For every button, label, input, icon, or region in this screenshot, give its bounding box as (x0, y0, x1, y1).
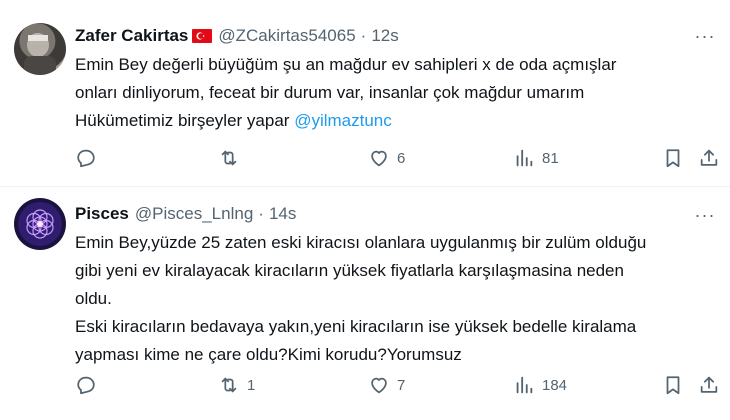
more-options-icon[interactable]: ··· (692, 204, 718, 226)
action-bar: 6 81 (75, 147, 720, 171)
tweet-text-line: onları dinliyorum, feceat bir durum var,… (75, 83, 585, 102)
share-button[interactable] (698, 147, 720, 169)
like-button[interactable]: 7 (368, 374, 405, 396)
user-handle[interactable]: @Pisces_Lnlng (135, 204, 253, 224)
bookmark-icon (666, 149, 680, 168)
reply-icon (77, 376, 95, 395)
view-count: 81 (542, 149, 559, 167)
tweet-header: Pisces @Pisces_Lnlng · 14s (75, 203, 296, 225)
avatar[interactable] (14, 198, 66, 250)
views-button[interactable]: 184 (513, 374, 567, 396)
share-icon (700, 376, 718, 393)
retweet-count: 1 (247, 376, 256, 394)
retweet-button[interactable]: 1 (218, 374, 255, 396)
user-handle[interactable]: @ZCakirtas54065 (218, 26, 355, 46)
view-count: 184 (542, 376, 568, 394)
tweet-text-line: Emin Bey,yüzde 25 zaten eski kiracısı ol… (75, 233, 647, 252)
reply-button[interactable] (75, 374, 104, 396)
bookmark-button[interactable] (662, 374, 684, 396)
tweet-text: Emin Bey,yüzde 25 zaten eski kiracısı ol… (75, 229, 715, 369)
turkey-flag-icon (192, 29, 213, 43)
heart-icon (371, 150, 387, 167)
heart-icon (371, 377, 387, 394)
share-icon (700, 149, 718, 166)
tweet-text-line: Eski kiracıların bedavaya yakın,yeni kir… (75, 317, 637, 336)
tweet[interactable]: Zafer Cakirtas @ZCakirtas54065 · 12s ···… (0, 0, 730, 187)
display-name[interactable]: Zafer Cakirtas (75, 26, 188, 46)
bookmark-icon (666, 376, 680, 395)
more-options-icon[interactable]: ··· (692, 25, 718, 47)
tweet-text-line: oldu. (75, 289, 112, 308)
retweet-icon (221, 150, 237, 166)
bar-chart-icon (516, 149, 533, 167)
avatar[interactable] (14, 23, 66, 75)
like-count: 7 (397, 376, 406, 394)
tweet-text: Emin Bey değerli büyüğüm şu an mağdur ev… (75, 51, 715, 135)
tweet-text-line: yapması kime ne çare oldu?Kimi korudu?Yo… (75, 345, 462, 364)
mention-link[interactable]: @yilmaztunc (294, 111, 392, 130)
bar-chart-icon (516, 376, 533, 394)
share-button[interactable] (698, 374, 720, 396)
separator: · (258, 204, 264, 223)
retweet-icon (221, 377, 237, 393)
tweet-text-segment: Hükümetimiz birşeyler yapar (75, 111, 295, 130)
tweet[interactable]: Pisces @Pisces_Lnlng · 14s ··· Emin Bey,… (0, 187, 730, 420)
display-name[interactable]: Pisces (75, 204, 129, 224)
views-button[interactable]: 81 (513, 147, 559, 169)
like-count: 6 (397, 149, 406, 167)
tweet-header: Zafer Cakirtas @ZCakirtas54065 · 12s (75, 25, 399, 47)
action-bar: 1 7 184 (75, 374, 720, 398)
bookmark-button[interactable] (662, 147, 684, 169)
retweet-button[interactable] (218, 147, 247, 169)
timestamp[interactable]: 12s (371, 26, 398, 46)
timestamp[interactable]: 14s (269, 204, 296, 224)
tweet-text-line: gibi yeni ev kiralayacak kiracıların yük… (75, 261, 624, 280)
reply-icon (77, 149, 95, 168)
like-button[interactable]: 6 (368, 147, 405, 169)
tweet-text-line: Hükümetimiz birşeyler yapar @yilmaztunc (75, 107, 715, 135)
separator: · (360, 26, 367, 45)
tweet-text-line: Emin Bey değerli büyüğüm şu an mağdur ev… (75, 55, 617, 74)
reply-button[interactable] (75, 147, 104, 169)
